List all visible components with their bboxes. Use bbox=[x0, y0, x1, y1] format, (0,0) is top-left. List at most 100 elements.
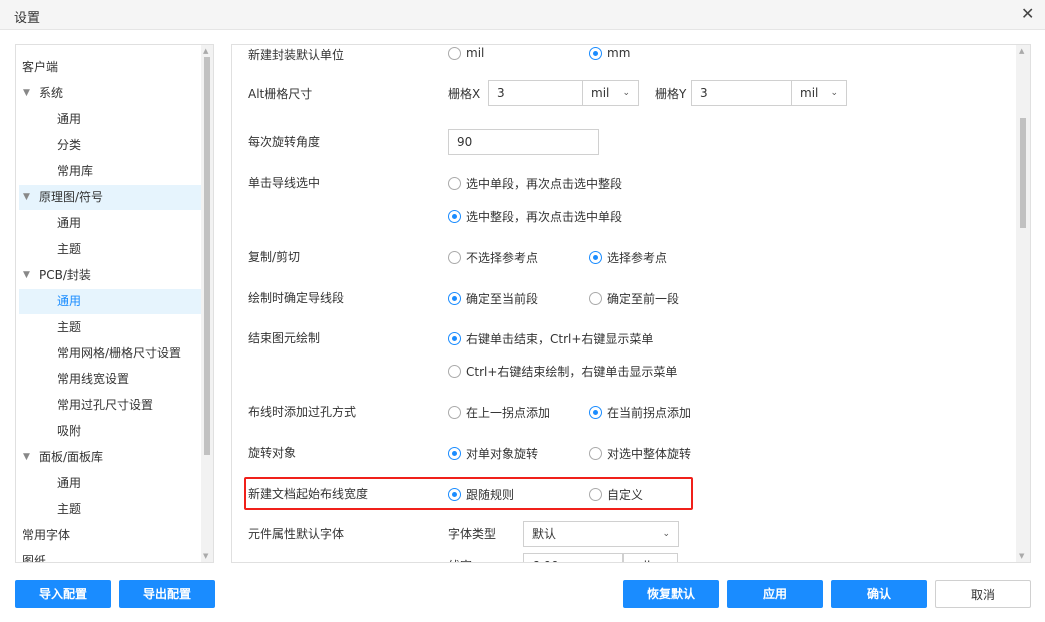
sidebar-item-label: 图纸 bbox=[22, 554, 47, 563]
radio-rotate-whole[interactable]: 对选中整体旋转 bbox=[589, 445, 691, 462]
radio-ref[interactable]: 选择参考点 bbox=[589, 249, 667, 266]
line-width-input[interactable]: 6.00 bbox=[523, 553, 623, 562]
sidebar-item[interactable]: ▼ 系统 bbox=[19, 81, 202, 106]
sidebar-item[interactable]: 常用字体 bbox=[19, 523, 202, 548]
radio-follow-rule[interactable]: 跟随规则 bbox=[448, 486, 514, 503]
reset-default-button[interactable]: 恢复默认 bbox=[623, 580, 719, 608]
radio-mil[interactable]: mil bbox=[448, 46, 484, 60]
font-label: 元件属性默认字体 bbox=[248, 527, 345, 541]
sidebar-item-label: PCB/封装 bbox=[39, 268, 91, 282]
sidebar-item[interactable]: 主题 bbox=[19, 497, 202, 522]
radio-current-seg[interactable]: 确定至当前段 bbox=[448, 290, 538, 307]
sidebar-item[interactable]: ▼ 面板/面板库 bbox=[19, 445, 202, 470]
sidebar-item[interactable]: 主题 bbox=[19, 315, 202, 340]
chevron-down-icon: ⌄ bbox=[622, 88, 630, 98]
grid-x-label: 栅格X bbox=[448, 87, 481, 101]
grid-y-label: 栅格Y bbox=[655, 87, 687, 101]
sidebar-item-label: 通用 bbox=[57, 294, 82, 308]
copy-cut-label: 复制/剪切 bbox=[248, 250, 301, 264]
sidebar-item[interactable]: 通用 bbox=[19, 471, 202, 496]
radio-custom[interactable]: 自定义 bbox=[589, 486, 643, 503]
settings-panel: 新建封装默认单位 mil mm Alt栅格尺寸 栅格X 3 mil ⌄ 栅格Y 3… bbox=[231, 44, 1031, 563]
expand-triangle-icon[interactable]: ▼ bbox=[23, 445, 30, 470]
sidebar-item-label: 原理图/符号 bbox=[39, 190, 104, 204]
title-bar: 设置 ✕ bbox=[0, 0, 1045, 30]
apply-button[interactable]: 应用 bbox=[727, 580, 823, 608]
radio-no-ref[interactable]: 不选择参考点 bbox=[448, 249, 538, 266]
import-config-button[interactable]: 导入配置 bbox=[15, 580, 111, 608]
sidebar-item[interactable]: 通用 bbox=[19, 107, 202, 132]
font-type-label: 字体类型 bbox=[448, 527, 497, 541]
line-width-label: 线宽 bbox=[448, 557, 472, 562]
sidebar-item-label: 分类 bbox=[57, 138, 82, 152]
scroll-thumb[interactable] bbox=[204, 57, 210, 455]
sidebar-item-label: 常用字体 bbox=[22, 528, 71, 542]
sidebar-scrollbar[interactable]: ▲ ▼ bbox=[201, 45, 213, 562]
end-draw-label: 结束图元绘制 bbox=[248, 331, 321, 345]
font-type-select[interactable]: 默认 ⌄ bbox=[523, 521, 679, 547]
expand-triangle-icon[interactable]: ▼ bbox=[23, 263, 30, 288]
radio-prev-seg[interactable]: 确定至前一段 bbox=[589, 290, 679, 307]
scroll-down-icon[interactable]: ▼ bbox=[203, 552, 208, 560]
panel-scrollbar[interactable]: ▲ ▼ bbox=[1016, 45, 1030, 562]
line-width-unit-select[interactable]: mil bbox=[623, 553, 678, 562]
sidebar-item[interactable]: 常用库 bbox=[19, 159, 202, 184]
sidebar-item-label: 常用网格/栅格尺寸设置 bbox=[57, 346, 182, 360]
grid-y-unit-select[interactable]: mil ⌄ bbox=[791, 80, 847, 106]
sidebar-item-label: 通用 bbox=[57, 216, 82, 230]
sidebar-item[interactable]: 客户端 bbox=[19, 55, 202, 80]
rotate-obj-label: 旋转对象 bbox=[248, 446, 297, 460]
sidebar-item-label: 通用 bbox=[57, 476, 82, 490]
grid-y-input[interactable]: 3 bbox=[691, 80, 793, 106]
sidebar-item[interactable]: 吸附 bbox=[19, 419, 202, 444]
sidebar-item-label: 客户端 bbox=[22, 60, 59, 74]
draw-confirm-label: 绘制时确定导线段 bbox=[248, 291, 345, 305]
grid-x-input[interactable]: 3 bbox=[488, 80, 584, 106]
cancel-button[interactable]: 取消 bbox=[935, 580, 1031, 608]
sidebar-item[interactable]: 常用过孔尺寸设置 bbox=[19, 393, 202, 418]
via-add-label: 布线时添加过孔方式 bbox=[248, 405, 357, 419]
sidebar-item-label: 主题 bbox=[57, 320, 82, 334]
sidebar-item[interactable]: 图纸 bbox=[19, 549, 202, 563]
sidebar-item[interactable]: 主题 bbox=[19, 237, 202, 262]
confirm-button[interactable]: 确认 bbox=[831, 580, 927, 608]
radio-ctrl-right-end[interactable]: Ctrl+右键结束绘制，右键单击显示菜单 bbox=[448, 363, 677, 380]
scroll-up-icon[interactable]: ▲ bbox=[1019, 47, 1024, 55]
radio-prev-corner[interactable]: 在上一拐点添加 bbox=[448, 404, 550, 421]
radio-wire-whole[interactable]: 选中整段，再次点击选中单段 bbox=[448, 208, 622, 225]
chevron-down-icon: ⌄ bbox=[662, 529, 670, 539]
radio-wire-single[interactable]: 选中单段，再次点击选中整段 bbox=[448, 175, 622, 192]
sidebar-item-label: 吸附 bbox=[57, 424, 82, 438]
settings-tree: 图纸 常用字体 主题 通用 ▼ 面板/面板库 吸附 常用过孔尺寸设置 常用线宽设置 常用网格/栅格… bbox=[15, 44, 214, 563]
close-icon[interactable]: ✕ bbox=[1021, 4, 1034, 23]
expand-triangle-icon[interactable]: ▼ bbox=[23, 81, 30, 106]
sidebar-item-label: 常用过孔尺寸设置 bbox=[57, 398, 154, 412]
grid-x-unit-select[interactable]: mil ⌄ bbox=[582, 80, 639, 106]
sidebar-item[interactable]: 通用 bbox=[19, 289, 202, 314]
sidebar-item-label: 主题 bbox=[57, 502, 82, 516]
scroll-up-icon[interactable]: ▲ bbox=[203, 47, 208, 55]
sidebar-item-label: 系统 bbox=[39, 86, 64, 100]
sidebar-item-label: 通用 bbox=[57, 112, 82, 126]
package-unit-label: 新建封装默认单位 bbox=[248, 48, 345, 62]
sidebar-item-label: 面板/面板库 bbox=[39, 450, 104, 464]
scroll-thumb[interactable] bbox=[1020, 118, 1026, 228]
sidebar-item[interactable]: 常用线宽设置 bbox=[19, 367, 202, 392]
chevron-down-icon: ⌄ bbox=[830, 88, 838, 98]
sidebar-item-label: 常用线宽设置 bbox=[57, 372, 130, 386]
radio-rotate-single[interactable]: 对单对象旋转 bbox=[448, 445, 538, 462]
radio-mm[interactable]: mm bbox=[589, 46, 630, 60]
sidebar-item[interactable]: 通用 bbox=[19, 211, 202, 236]
sidebar-item[interactable]: ▼ 原理图/符号 bbox=[19, 185, 202, 210]
expand-triangle-icon[interactable]: ▼ bbox=[23, 185, 30, 210]
scroll-down-icon[interactable]: ▼ bbox=[1019, 552, 1024, 560]
sidebar-item[interactable]: ▼ PCB/封装 bbox=[19, 263, 202, 288]
radio-current-corner[interactable]: 在当前拐点添加 bbox=[589, 404, 691, 421]
export-config-button[interactable]: 导出配置 bbox=[119, 580, 215, 608]
alt-grid-label: Alt栅格尺寸 bbox=[248, 87, 313, 101]
wire-click-label: 单击导线选中 bbox=[248, 176, 321, 190]
radio-right-click-end[interactable]: 右键单击结束，Ctrl+右键显示菜单 bbox=[448, 330, 653, 347]
rotate-angle-input[interactable]: 90 bbox=[448, 129, 599, 155]
sidebar-item[interactable]: 常用网格/栅格尺寸设置 bbox=[19, 341, 202, 366]
sidebar-item[interactable]: 分类 bbox=[19, 133, 202, 158]
